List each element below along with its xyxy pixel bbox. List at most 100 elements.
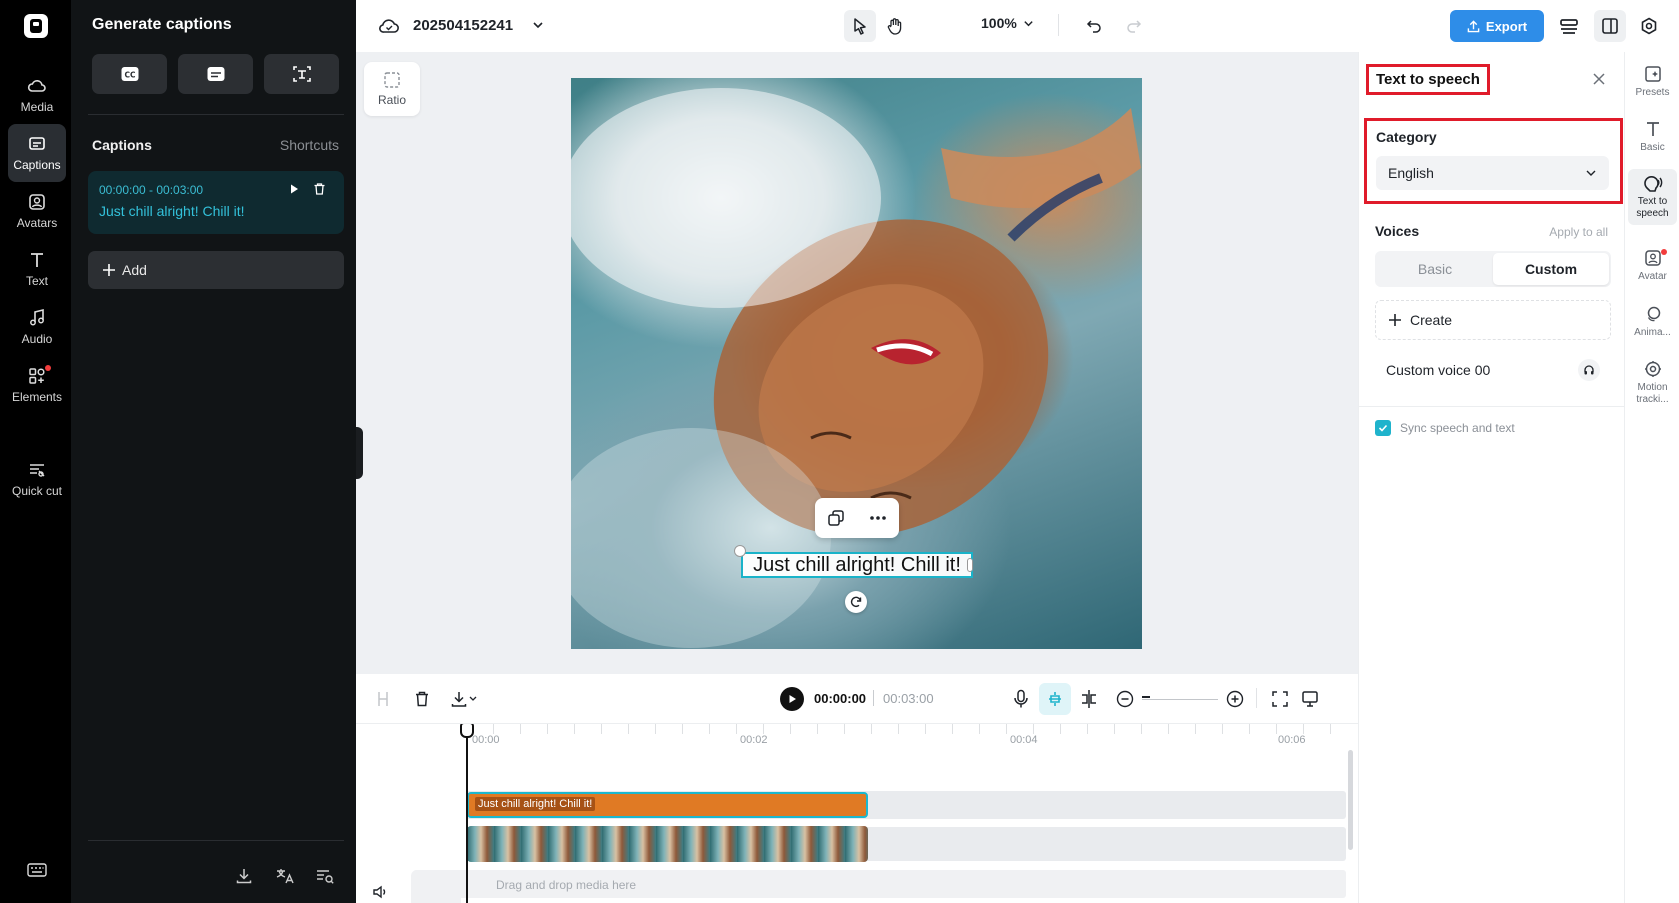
checkbox-checked-icon[interactable] [1375,420,1391,436]
caption-time-range: 00:00:00 - 00:03:00 [99,183,204,197]
auto-caption-scan-button[interactable] [264,54,339,94]
redo-button[interactable] [1118,10,1150,42]
play-caption-icon[interactable] [288,183,300,195]
rail-item-basic[interactable]: Basic [1628,115,1677,159]
closed-caption-button[interactable]: CC [92,54,167,94]
zoom-value: 100% [981,15,1017,31]
export-button[interactable]: Export [1450,10,1544,42]
select-tool-button[interactable] [844,10,876,42]
rail-item-text[interactable]: Text [8,240,66,298]
text-clip[interactable]: Just chill alright! Chill it! [467,792,868,818]
ruler-ticks [466,724,1346,734]
split-icon[interactable] [376,691,390,707]
resize-handle[interactable] [967,558,973,572]
preview-canvas: Ratio [356,52,1358,674]
rail-item-avatar[interactable]: Avatar [1628,244,1677,288]
microphone-icon[interactable] [1013,689,1029,709]
layout-toggle-button[interactable] [1594,10,1626,42]
text-icon [31,253,43,267]
rail-label-text: Text [25,274,48,288]
create-voice-button[interactable]: Create [1375,300,1611,340]
delete-caption-icon[interactable] [313,182,326,196]
captions-panel: Generate captions CC Captions Shortcuts … [71,0,356,903]
magnet-snap-button[interactable] [1039,683,1071,715]
apply-to-all-link[interactable]: Apply to all [1549,225,1608,239]
voice-item[interactable]: Custom voice 00 [1375,348,1611,392]
rail-label-elements: Elements [11,390,63,404]
rail-item-text-to-speech[interactable]: Text to speech [1628,169,1677,225]
translate-icon[interactable] [275,867,295,885]
divider [88,114,344,115]
playhead[interactable] [466,724,468,903]
fullscreen-icon[interactable] [1271,690,1289,708]
video-clip[interactable] [467,826,868,862]
settings-button[interactable] [1633,10,1665,42]
cloud-save-icon[interactable] [378,16,400,36]
play-button[interactable] [780,687,804,711]
rail-item-motion-tracking[interactable]: Motion tracki... [1628,355,1677,411]
undo-button[interactable] [1078,10,1110,42]
download-dropdown[interactable] [451,690,481,708]
category-select[interactable]: English [1376,156,1609,190]
delete-icon[interactable] [414,690,430,708]
ratio-label: Ratio [377,93,406,107]
keyboard-shortcuts-icon[interactable] [27,862,47,878]
app-logo[interactable] [24,14,48,38]
playhead-handle[interactable] [460,724,474,738]
text-to-speech-icon [1643,176,1662,192]
drop-zone[interactable]: Drag and drop media here [413,870,1346,898]
rail-item-animation[interactable]: Anima... [1628,300,1677,344]
more-options-icon[interactable] [869,515,887,521]
divider [88,840,344,841]
headphone-icon[interactable] [1578,359,1600,381]
panel-collapse-handle[interactable] [356,427,363,479]
add-caption-button[interactable]: Add [88,251,344,289]
subtitle-button[interactable] [178,54,253,94]
zoom-in-icon[interactable] [1226,690,1244,708]
current-time: 00:00:00 [814,691,867,706]
rail-item-captions[interactable]: Captions [8,124,66,182]
chevron-down-icon[interactable] [532,19,544,31]
preview-monitor-icon[interactable] [1301,690,1319,708]
volume-icon[interactable] [372,885,388,899]
split-track-icon[interactable] [1080,689,1098,709]
svg-text:CC: CC [124,71,136,80]
duplicate-icon[interactable] [827,509,845,527]
zoom-slider-thumb[interactable] [1142,696,1150,698]
zoom-out-icon[interactable] [1116,690,1134,708]
left-rail: Media Captions Avatars Text Audio Elemen… [0,0,71,903]
rail-item-quick-cut[interactable]: Quick cut [8,446,66,512]
quick-cut-icon [30,464,45,477]
zoom-slider[interactable] [1142,699,1218,700]
hand-tool-button[interactable] [879,10,911,42]
rail-item-audio[interactable]: Audio [8,298,66,356]
rail-item-media[interactable]: Media [8,66,66,124]
rail-item-presets[interactable]: Presets [1628,60,1677,104]
ruler-label: 00:06 [1278,734,1306,746]
timeline-scrollbar[interactable] [1348,750,1353,850]
resize-handle[interactable] [734,545,746,557]
caption-text[interactable]: Just chill alright! Chill it! [99,203,245,219]
zoom-select[interactable]: 100% [981,15,1034,31]
presets-icon [1644,66,1661,82]
tab-custom[interactable]: Custom [1493,253,1609,285]
ratio-button[interactable]: Ratio [364,62,420,116]
upload-icon [1467,19,1480,32]
rotate-icon [850,596,862,608]
download-captions-icon[interactable] [235,867,253,885]
search-replace-icon[interactable] [315,867,335,885]
caption-overlay-text[interactable]: Just chill alright! Chill it! [741,552,973,578]
caption-item[interactable]: 00:00:00 - 00:03:00 Just chill alright! … [88,171,344,234]
rail-label-media: Media [20,100,54,114]
shortcuts-link[interactable]: Shortcuts [280,137,339,153]
add-media-button[interactable] [411,870,461,903]
tab-basic[interactable]: Basic [1377,253,1493,285]
close-icon[interactable] [1592,72,1606,86]
layers-button[interactable] [1553,10,1585,42]
rail-item-elements[interactable]: Elements [8,356,66,414]
notification-dot [45,365,51,371]
project-name[interactable]: 202504152241 [413,17,513,34]
sync-speech-checkbox[interactable]: Sync speech and text [1375,420,1515,436]
rail-item-avatars[interactable]: Avatars [8,182,66,240]
rotate-handle[interactable] [845,591,867,613]
